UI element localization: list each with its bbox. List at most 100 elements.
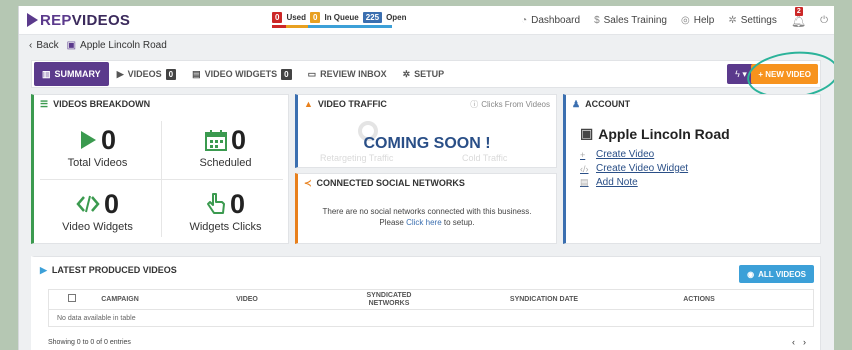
stat-widgets-clicks: 0 Widgets Clicks [162,179,289,243]
tab-videos[interactable]: ▶ VIDEOS 0 [109,62,184,86]
tab-summary[interactable]: ▥ SUMMARY [34,62,109,86]
social-message-line2: Please Click here to setup. [379,218,475,227]
dollar-icon: $ [594,15,600,26]
traffic-note: ⓘ Clicks From Videos [470,99,550,110]
chart-icon: ▥ [42,68,51,79]
social-message-line1: There are no social networks connected w… [322,207,532,216]
gear-icon: ✲ [402,68,411,79]
stat-value: 0 [103,189,120,219]
app-window: REPVIDEOS 0 Used 0 In Queue 225 Open ◔ D… [18,6,834,350]
back-link[interactable]: ‹ Back [29,40,59,51]
widget-icon: ▤ [192,68,201,79]
tab-videos-label: VIDEOS [127,69,162,79]
social-title: CONNECTED SOCIAL NETWORKS [316,178,465,188]
all-videos-button[interactable]: ◉ ALL VIDEOS [739,265,814,283]
nav-dashboard-label: Dashboard [531,15,581,26]
list-icon: ☰ [40,98,49,109]
column-campaign[interactable]: CAMPAIGN [95,296,145,304]
breadcrumb: ‹ Back ▣ Apple Lincoln Road [19,35,834,55]
note-icon: ▤ [580,177,589,187]
nav-dashboard[interactable]: ◔ Dashboard [521,15,580,26]
panel-title: ☰ VIDEOS BREAKDOWN [34,95,288,113]
account-name: ▣ Apple Lincoln Road [580,125,730,142]
queue-progress-bar [272,25,392,28]
nav-sales-training-label: Sales Training [603,15,667,26]
traffic-title: VIDEO TRAFFIC [317,99,387,109]
panel-title: ≺ CONNECTED SOCIAL NETWORKS [298,174,556,192]
pagination: ‹ › [792,337,806,347]
panel-title: ▲ VIDEO TRAFFIC ⓘ Clicks From Videos [298,95,556,113]
queue-count-badge: 0 [310,12,321,23]
logo[interactable]: REPVIDEOS [27,12,130,29]
tab-video-widgets[interactable]: ▤ VIDEO WIDGETS 0 [184,62,299,86]
column-syndication-date[interactable]: SYNDICATION DATE [429,296,659,304]
add-note-link[interactable]: ▤ Add Note [580,177,688,188]
create-video-link[interactable]: + Create Video [580,149,688,160]
flame-icon: ▲ [304,99,313,109]
chevron-left-icon: ‹ [29,39,33,51]
tab-review-inbox-label: REVIEW INBOX [320,69,387,79]
video-traffic-panel: ▲ VIDEO TRAFFIC ⓘ Clicks From Videos Ret… [295,94,557,168]
table-header: CAMPAIGN VIDEO SYNDICATED NETWORKS SYNDI… [49,290,813,310]
queue-status: 0 Used 0 In Queue 225 Open [272,12,407,23]
logout-button[interactable]: ⏻ [820,15,828,26]
click-here-link[interactable]: Click here [406,218,442,227]
top-bar: REPVIDEOS 0 Used 0 In Queue 225 Open ◔ D… [19,6,834,35]
top-nav: ◔ Dashboard $ Sales Training ◎ Help ✲ Se… [521,6,828,35]
power-icon: ⏻ [820,15,828,26]
tab-video-widgets-label: VIDEO WIDGETS [204,69,278,79]
traffic-note-label: Clicks From Videos [481,99,550,109]
play-icon: ▶ [40,264,47,275]
used-label: Used [286,13,307,22]
notifications-button[interactable]: 🔔︎ 2 [790,6,807,28]
stat-value: 0 [229,189,246,219]
calendar-icon [204,130,227,151]
help-icon: ◎ [681,15,690,26]
nav-settings[interactable]: ✲ Settings [728,15,777,26]
videos-table: CAMPAIGN VIDEO SYNDICATED NETWORKS SYNDI… [48,289,814,327]
tab-videos-count: 0 [165,68,177,80]
nav-sales-training[interactable]: $ Sales Training [594,15,667,26]
open-count-badge: 225 [362,12,383,23]
breakdown-title: VIDEOS BREAKDOWN [53,99,151,109]
gear-icon: ✲ [728,15,737,26]
briefcase-icon: ▣ [66,39,77,51]
play-icon [80,131,96,149]
briefcase-icon: ▣ [580,125,594,141]
code-icon [76,195,100,213]
tab-setup-label: SETUP [414,69,445,79]
bell-icon: 🔔︎ [790,13,807,28]
tab-review-inbox[interactable]: ▭ REVIEW INBOX [300,62,395,86]
stat-label: Widgets Clicks [189,221,262,233]
breadcrumb-location: ▣ Apple Lincoln Road [67,40,167,51]
next-page-button[interactable]: › [803,337,806,347]
user-icon: ♟ [572,98,581,109]
stat-value: 0 [230,125,247,155]
column-video[interactable]: VIDEO [145,296,349,304]
select-all-checkbox[interactable] [49,294,95,305]
stat-scheduled: 0 Scheduled [162,115,289,179]
prev-page-button[interactable]: ‹ [792,337,795,347]
eye-icon: ◉ [747,269,755,279]
stat-label: Video Widgets [62,221,133,233]
panel-title: ▶ LATEST PRODUCED VIDEOS [34,257,820,283]
nav-help[interactable]: ◎ Help [681,15,714,26]
tab-setup[interactable]: ✲ SETUP [395,62,453,86]
open-label: Open [386,13,407,22]
nav-help-label: Help [693,15,715,26]
logo-text: REPVIDEOS [40,11,131,29]
logo-play-icon [27,13,38,27]
share-icon: ≺ [304,177,312,188]
create-video-widget-link[interactable]: ‹/› Create Video Widget [580,163,688,174]
panel-title: ♟ ACCOUNT [566,95,820,113]
code-icon: ‹/› [580,163,589,174]
tab-bar: ▥ SUMMARY ▶ VIDEOS 0 ▤ VIDEO WIDGETS 0 ▭… [31,60,821,88]
column-syndicated-networks[interactable]: SYNDICATED NETWORKS [349,292,429,308]
account-panel: ♟ ACCOUNT ▣ Apple Lincoln Road + Create … [563,94,821,244]
social-networks-panel: ≺ CONNECTED SOCIAL NETWORKS There are no… [295,173,557,244]
pointer-hand-icon [206,193,225,214]
location-label: Apple Lincoln Road [80,39,167,51]
tab-video-widgets-count: 0 [281,68,292,80]
stats-grid: 0 Total Videos 0 Scheduled 0 Video Widge… [34,115,289,243]
column-actions[interactable]: ACTIONS [659,296,739,304]
